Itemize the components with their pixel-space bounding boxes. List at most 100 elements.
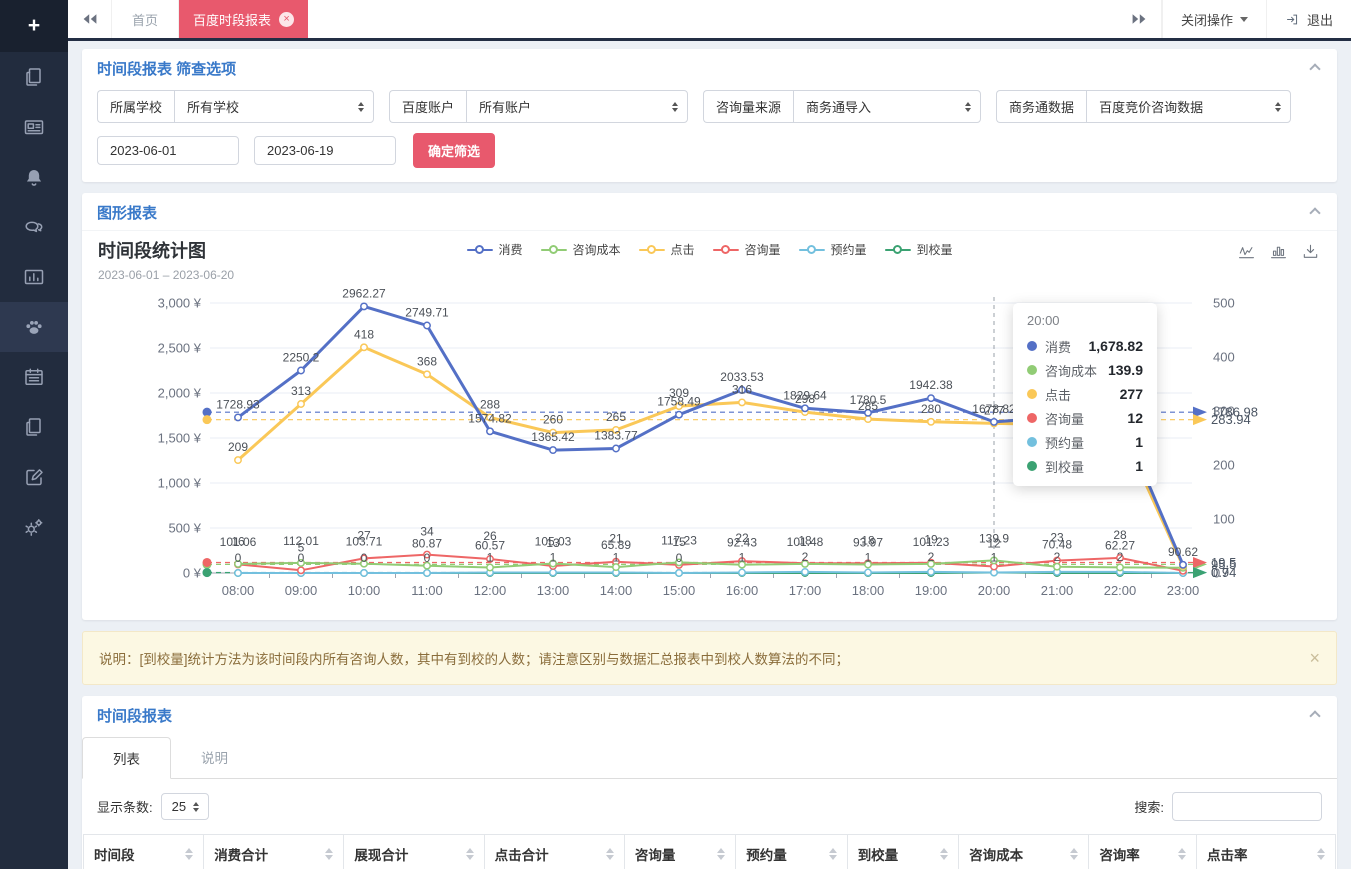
chart-panel-title[interactable]: 图形报表 <box>97 205 157 222</box>
column-header-4[interactable]: 咨询量 <box>624 835 735 869</box>
sidebar-item-bell[interactable] <box>0 152 68 202</box>
data-point <box>1054 564 1060 570</box>
date-to-input[interactable]: 2023-06-19 <box>254 136 396 165</box>
column-header-5[interactable]: 预约量 <box>736 835 847 869</box>
legend-label: 到校量 <box>917 241 953 258</box>
table-header-row: 时间段 消费合计 展现合计点击合计咨询量预约量到校量咨询成本咨询率点击率 <box>84 835 1336 869</box>
legend-item-点击[interactable]: 点击 <box>638 241 694 258</box>
sort-icon[interactable] <box>325 848 333 860</box>
point-label: 92.43 <box>727 536 757 550</box>
tab-notes[interactable]: 说明 <box>171 737 258 778</box>
sort-icon[interactable] <box>717 848 725 860</box>
sidebar-item-gears[interactable] <box>0 502 68 552</box>
data-point <box>298 367 304 373</box>
data-point <box>739 399 745 405</box>
sidebar-item-pages[interactable] <box>0 52 68 102</box>
point-label: 2 <box>1054 550 1061 564</box>
column-header-3[interactable]: 点击合计 <box>484 835 624 869</box>
sidebar-item-calendar[interactable] <box>0 352 68 402</box>
data-point <box>1117 564 1123 570</box>
sort-icon[interactable] <box>940 848 948 860</box>
chart-title-block: 时间段统计图 2023-06-01 – 2023-06-20 <box>98 237 234 282</box>
app-root: + 首页 百度时段报表 × 关闭操作 <box>0 0 1351 869</box>
sort-icon[interactable] <box>829 848 837 860</box>
legend-label: 点击 <box>670 241 694 258</box>
legend-item-消费[interactable]: 消费 <box>466 241 522 258</box>
tab-baidu-time-report[interactable]: 百度时段报表 × <box>179 0 308 38</box>
filter-label-2: 咨询量来源 <box>703 90 793 123</box>
tabs-scroll-left-button[interactable] <box>68 0 112 38</box>
sidebar-item-copy[interactable] <box>0 402 68 452</box>
collapse-table-icon[interactable] <box>1309 710 1320 721</box>
page-size-label: 显示条数: <box>97 797 153 816</box>
sidebar-item-newspaper[interactable] <box>0 102 68 152</box>
collapse-filter-icon[interactable] <box>1309 63 1320 74</box>
column-header-7[interactable]: 咨询成本 <box>959 835 1089 869</box>
column-header-9[interactable]: 点击率 <box>1196 835 1335 869</box>
download-icon[interactable] <box>1302 243 1319 260</box>
filter-select-0[interactable]: 所有学校 <box>174 90 374 123</box>
x-tick-label: 15:00 <box>663 583 696 598</box>
data-point <box>235 570 241 576</box>
column-header-6[interactable]: 到校量 <box>847 835 958 869</box>
tooltip-series-value: 139.9 <box>1108 362 1143 378</box>
avg-line-arrow <box>1193 414 1207 425</box>
column-label: 时间段 <box>94 844 135 864</box>
column-header-2[interactable]: 展现合计 <box>344 835 484 869</box>
tabs-scroll-right-button[interactable] <box>1118 0 1162 38</box>
close-tab-icon[interactable]: × <box>279 12 294 27</box>
data-point <box>739 569 745 575</box>
close-operations-menu[interactable]: 关闭操作 <box>1162 0 1266 38</box>
search-input[interactable] <box>1172 792 1322 821</box>
legend-label: 预约量 <box>831 241 867 258</box>
line-chart-tool-icon[interactable] <box>1238 243 1255 260</box>
apply-filter-button[interactable]: 确定筛选 <box>413 133 495 168</box>
filter-select-2[interactable]: 商务通导入 <box>793 90 981 123</box>
tooltip-row: 到校量1 <box>1027 454 1143 478</box>
page-size-select[interactable]: 25 <box>161 793 209 820</box>
legend-label: 咨询量 <box>745 241 781 258</box>
tab-active-label: 百度时段报表 <box>193 10 271 29</box>
sidebar-item-chat[interactable] <box>0 202 68 252</box>
date-from-input[interactable]: 2023-06-01 <box>97 136 239 165</box>
sidebar-item-chart-board[interactable] <box>0 252 68 302</box>
collapse-chart-icon[interactable] <box>1309 207 1320 218</box>
column-header-8[interactable]: 咨询率 <box>1089 835 1197 869</box>
sort-icon[interactable] <box>1317 848 1325 860</box>
tooltip-series-name: 咨询量 <box>1045 409 1084 428</box>
x-tick-label: 13:00 <box>537 583 570 598</box>
tab-list[interactable]: 列表 <box>82 737 171 779</box>
filter-select-3[interactable]: 百度竞价咨询数据 <box>1086 90 1291 123</box>
filter-panel-title[interactable]: 时间段报表 筛查选项 <box>97 61 236 78</box>
legend-item-咨询成本[interactable]: 咨询成本 <box>540 241 620 258</box>
x-tick-label: 21:00 <box>1041 583 1074 598</box>
column-header-0[interactable]: 时间段 <box>84 835 204 869</box>
sidebar-item-paw[interactable] <box>0 302 68 352</box>
notice-close-icon[interactable]: × <box>1297 649 1320 667</box>
legend-item-咨询量[interactable]: 咨询量 <box>713 241 781 258</box>
sort-icon[interactable] <box>606 848 614 860</box>
sort-icon[interactable] <box>1178 848 1186 860</box>
point-label: 1 <box>613 550 620 564</box>
point-label: 1780.5 <box>850 393 887 407</box>
column-header-1[interactable]: 消费合计 <box>204 835 344 869</box>
avg-line-start-dot <box>203 558 212 567</box>
sort-icon[interactable] <box>466 848 474 860</box>
legend-item-到校量[interactable]: 到校量 <box>885 241 953 258</box>
data-point <box>361 303 367 309</box>
logout-icon <box>1285 12 1300 27</box>
data-point <box>298 567 304 573</box>
series-dot-icon <box>1027 389 1037 399</box>
sidebar-item-edit[interactable] <box>0 452 68 502</box>
bar-chart-tool-icon[interactable] <box>1270 243 1287 260</box>
tab-home[interactable]: 首页 <box>112 0 179 38</box>
sidebar-plus-button[interactable]: + <box>0 0 68 52</box>
filter-select-1[interactable]: 所有账户 <box>466 90 688 123</box>
table-panel-title[interactable]: 时间段报表 <box>97 708 172 725</box>
column-label: 消费合计 <box>214 844 268 864</box>
sort-icon[interactable] <box>1070 848 1078 860</box>
legend-item-预约量[interactable]: 预约量 <box>799 241 867 258</box>
logout-button[interactable]: 退出 <box>1266 0 1351 38</box>
sort-icon[interactable] <box>185 848 193 860</box>
tabbar-spacer <box>308 0 1118 38</box>
